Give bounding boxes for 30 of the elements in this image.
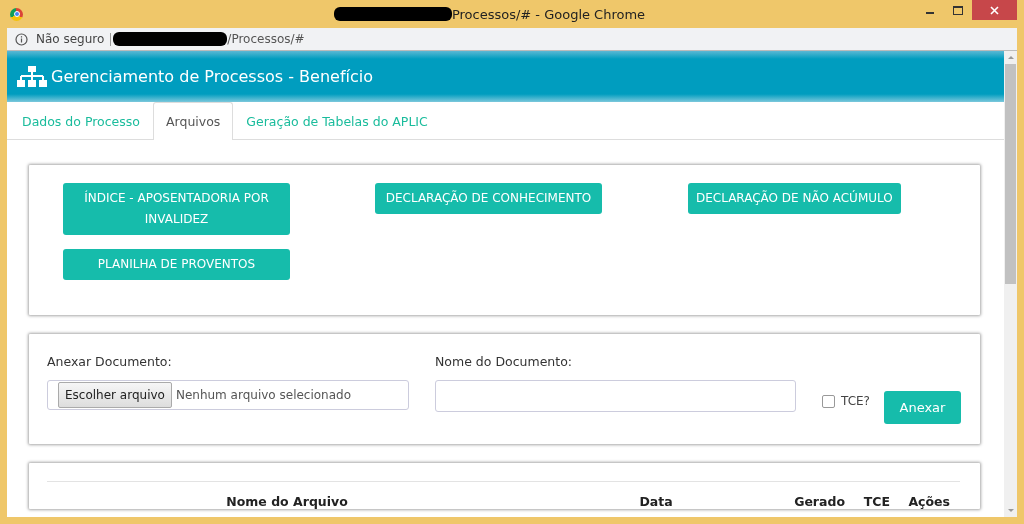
choose-file-button[interactable]: Escolher arquivo <box>58 382 172 408</box>
field-label: Anexar Documento: <box>47 354 173 370</box>
column-header: Ações <box>907 494 950 509</box>
tce-checkbox[interactable] <box>822 394 835 408</box>
file-status: Nenhum arquivo selecionado <box>175 388 352 402</box>
security-label: Não seguro <box>36 32 105 46</box>
document-button[interactable]: ÍNDICE - APOSENTADORIA POR INVALIDEZ <box>63 183 290 235</box>
file-input[interactable]: Escolher arquivo Nenhum arquivo selecionado <box>47 380 409 410</box>
sitemap-icon <box>17 65 47 88</box>
window-title: Processos/# - Google Chrome <box>451 6 646 22</box>
close-icon <box>990 5 999 15</box>
scrollbar[interactable] <box>1004 51 1017 517</box>
column-header: TCE <box>862 494 890 509</box>
browser-logo-icon <box>10 7 23 21</box>
url-text[interactable]: /Processos/# <box>227 32 305 46</box>
column-header: Nome do Arquivo <box>225 494 349 509</box>
attach-button[interactable]: Anexar <box>883 391 961 424</box>
document-name-field[interactable] <box>435 380 796 412</box>
document-button[interactable]: DECLARAÇÃO DE NÃO ACÚMULO <box>688 183 901 214</box>
document-button[interactable]: PLANILHA DE PROVENTOS <box>63 249 290 280</box>
tab[interactable]: Geração de Tabelas do APLIC <box>233 102 441 140</box>
document-button[interactable]: DECLARAÇÃO DE CONHECIMENTO <box>375 183 602 214</box>
column-header: Gerado <box>793 494 845 509</box>
field-label: Nome do Documento: <box>435 354 573 370</box>
tab[interactable]: Dados do Processo <box>9 102 153 140</box>
checkbox-label: TCE? <box>841 394 870 408</box>
app-title: Gerenciamento de Processos - Benefício <box>51 67 373 86</box>
column-header: Data <box>638 494 674 509</box>
tab[interactable]: Arquivos <box>153 102 234 140</box>
info-icon[interactable] <box>15 32 28 46</box>
